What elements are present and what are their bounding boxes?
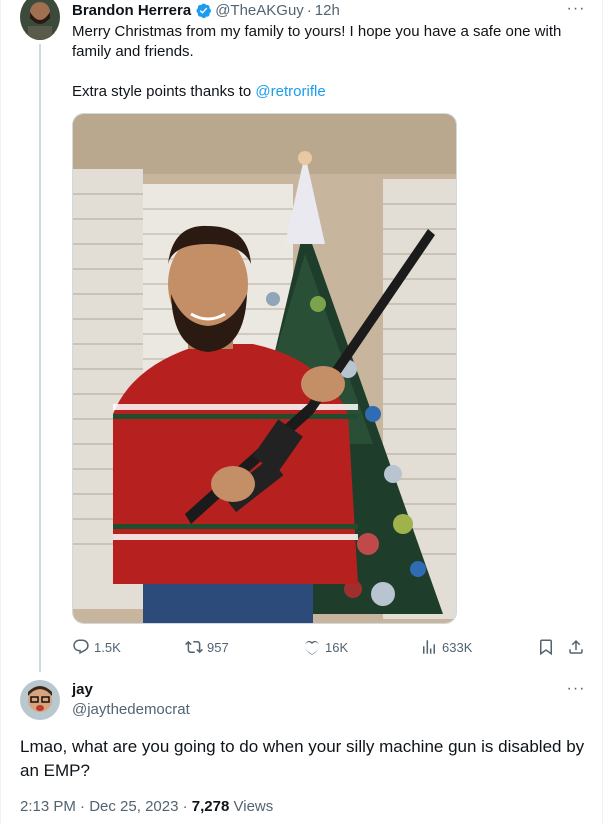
reply-author-handle[interactable]: @jaythedemocrat bbox=[72, 701, 190, 718]
tweet-header: Brandon Herrera @TheAKGuy · 12h bbox=[72, 1, 340, 19]
reply-separator-2: · bbox=[182, 798, 188, 815]
bookmark-button[interactable] bbox=[537, 636, 555, 658]
reply-text: Lmao, what are you going to do when your… bbox=[20, 737, 585, 780]
share-icon bbox=[569, 639, 583, 654]
reply-icon bbox=[73, 639, 89, 655]
reply-button[interactable]: 1.5K bbox=[72, 636, 121, 658]
reply-views-count: 7,278 bbox=[191, 798, 230, 815]
reply-count: 1.5K bbox=[94, 639, 121, 655]
reply-time[interactable]: 2:13 PM bbox=[20, 798, 76, 815]
mention-link[interactable]: @retrorifle bbox=[255, 83, 325, 100]
more-icon[interactable]: ··· bbox=[566, 0, 586, 19]
reply-views-label: Views bbox=[233, 798, 274, 815]
author-handle[interactable]: @TheAKGuy bbox=[215, 2, 304, 19]
author-avatar[interactable] bbox=[20, 0, 60, 40]
reply-author-avatar[interactable] bbox=[20, 680, 60, 720]
views-count: 633K bbox=[442, 639, 473, 655]
timeline-border-right bbox=[602, 0, 603, 824]
tweet-photo[interactable] bbox=[72, 113, 457, 624]
author-name[interactable]: Brandon Herrera bbox=[72, 2, 191, 19]
share-button[interactable] bbox=[567, 636, 585, 658]
tweet-text-prefix: Extra style points thanks to bbox=[72, 83, 256, 100]
reply-separator: · bbox=[80, 798, 86, 815]
tweet-time[interactable]: 12h bbox=[315, 2, 340, 19]
timeline-border-left bbox=[0, 0, 1, 824]
tweet-text: Merry Christmas from my family to yours!… bbox=[72, 22, 592, 102]
like-count: 16K bbox=[325, 639, 349, 655]
reply-author-name[interactable]: jay bbox=[72, 681, 93, 698]
views-icon bbox=[423, 640, 435, 654]
tweet-text-line1: Merry Christmas from my family to yours!… bbox=[72, 23, 562, 60]
retweet-icon bbox=[185, 640, 203, 654]
like-button[interactable]: 16K bbox=[303, 636, 348, 658]
thread-connector-line bbox=[39, 44, 41, 672]
reply-date[interactable]: Dec 25, 2023 bbox=[89, 798, 178, 815]
reply-meta: 2:13 PM · Dec 25, 2023 · 7,278 Views bbox=[20, 798, 273, 815]
bookmark-icon bbox=[540, 639, 552, 656]
verified-badge-icon bbox=[195, 2, 212, 19]
like-icon bbox=[304, 640, 320, 655]
tweet-text-line2: Extra style points thanks to @retrorifle bbox=[72, 82, 592, 102]
reply-more-icon[interactable]: ··· bbox=[566, 679, 586, 699]
separator-dot: · bbox=[306, 1, 312, 19]
retweet-button[interactable]: 957 bbox=[185, 636, 229, 658]
tweet-actions: 1.5K 957 16K 633K bbox=[72, 636, 592, 658]
views-button[interactable]: 633K bbox=[420, 636, 472, 658]
retweet-count: 957 bbox=[207, 639, 229, 655]
